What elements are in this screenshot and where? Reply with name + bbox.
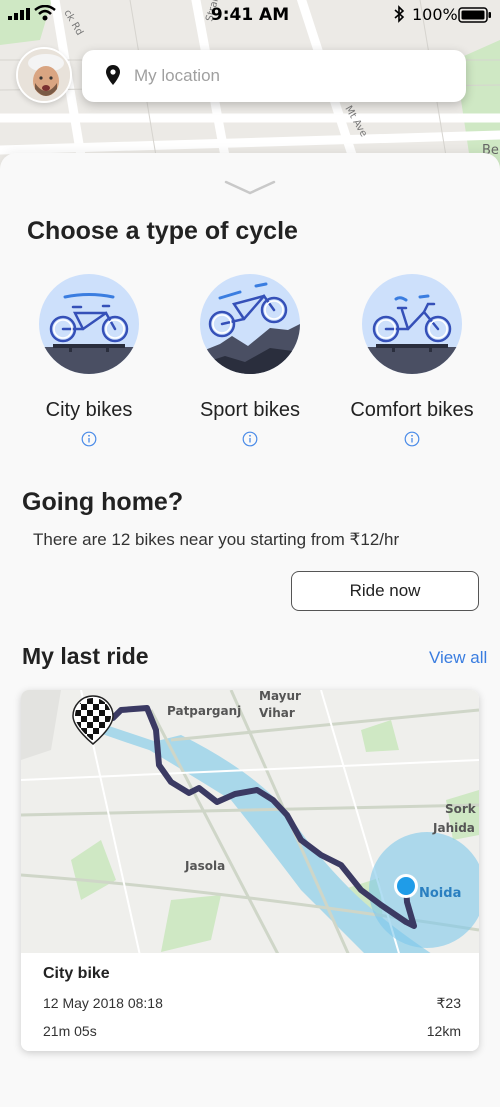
section-title-going-home: Going home? — [22, 488, 184, 516]
view-all-link[interactable]: View all — [429, 648, 487, 668]
status-bar: 9:41 AM 100% — [0, 0, 500, 30]
map-place-label: Patparganj — [167, 704, 242, 718]
ride-now-button[interactable]: Ride now — [291, 571, 479, 611]
ride-date: 12 May 2018 08:18 — [43, 995, 163, 1011]
cycle-type-label: City bikes — [45, 399, 133, 421]
chevron-down-icon[interactable] — [224, 179, 276, 197]
location-pin-icon — [106, 65, 120, 85]
location-search[interactable] — [82, 50, 466, 102]
map-place-label: Jahida — [433, 821, 475, 835]
comfort-bike-icon — [362, 274, 462, 374]
map-place-label: Mayur Vihar — [259, 690, 301, 720]
bikes-nearby-text: There are 12 bikes near you starting fro… — [33, 530, 400, 549]
info-icon[interactable] — [242, 431, 258, 447]
cycle-type-city[interactable]: City bikes — [24, 274, 154, 447]
avatar[interactable] — [16, 47, 72, 103]
cycle-type-comfort[interactable]: Comfort bikes — [347, 274, 477, 447]
section-title-last-ride: My last ride — [22, 643, 149, 669]
map-place-label: Sork — [445, 802, 476, 816]
ride-bike-type: City bike — [43, 965, 110, 982]
city-bike-icon — [39, 274, 139, 374]
cycle-type-sport[interactable]: Sport bikes — [185, 274, 315, 447]
map-place-label: Noida — [419, 886, 462, 901]
ride-price: ₹23 — [436, 995, 461, 1011]
location-input[interactable] — [134, 59, 454, 93]
last-ride-card[interactable]: Patparganj Mayur Vihar Jasola Sork Jahid… — [21, 690, 479, 1051]
ride-distance: 12km — [426, 1023, 461, 1039]
ride-duration: 21m 05s — [43, 1023, 97, 1039]
section-title-cycle-types: Choose a type of cycle — [27, 217, 298, 245]
info-icon[interactable] — [404, 431, 420, 447]
sport-bike-icon — [200, 274, 300, 374]
cycle-type-label: Sport bikes — [199, 399, 301, 421]
battery-icon — [458, 7, 491, 23]
map-place-label: Jasola — [185, 859, 226, 873]
info-icon[interactable] — [81, 431, 97, 447]
bluetooth-icon — [394, 5, 405, 23]
ride-route-map[interactable] — [21, 690, 479, 960]
cycle-type-label: Comfort bikes — [350, 399, 474, 421]
ride-summary: City bike 12 May 2018 08:18 ₹23 21m 05s … — [21, 953, 479, 1051]
battery-percentage: 100% — [412, 5, 458, 24]
